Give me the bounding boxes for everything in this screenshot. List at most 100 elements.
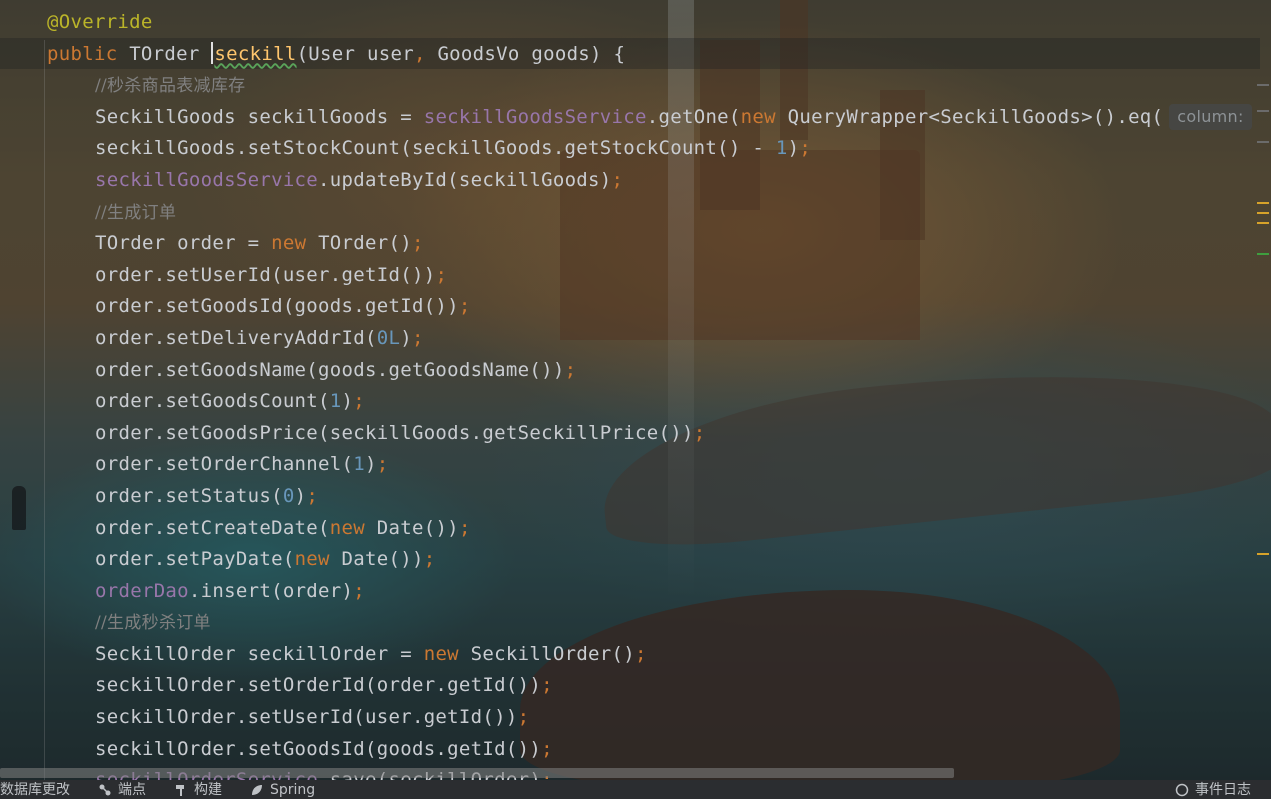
stripe-mark[interactable]: [1257, 553, 1269, 555]
tool-window-bar: 数据库更改 端点 构建 Spring 事件日志: [0, 780, 1271, 799]
code-line[interactable]: order.setGoodsPrice(seckillGoods.getSeck…: [0, 418, 1252, 450]
stripe-mark[interactable]: [1257, 110, 1269, 112]
code-line[interactable]: order.setGoodsId(goods.getId());: [0, 291, 1252, 323]
code-line[interactable]: TOrder order = new TOrder();: [0, 228, 1252, 260]
code-token: seckillOrder.setUserId(user.getId()): [95, 706, 518, 729]
code-token: 1: [775, 137, 788, 160]
code-line[interactable]: public TOrder seckill(User user, GoodsVo…: [0, 39, 1252, 71]
code-line[interactable]: @Override: [0, 7, 1252, 39]
code-token: TOrder: [129, 42, 212, 65]
code-token: seckill: [214, 42, 297, 65]
code-token: order.setGoodsId(goods.getId()): [95, 295, 459, 318]
stripe-mark[interactable]: [1257, 222, 1269, 224]
code-line[interactable]: order.setCreateDate(new Date());: [0, 513, 1252, 545]
stripe-mark[interactable]: [1257, 141, 1269, 143]
code-token: seckillGoodsService: [95, 168, 319, 191]
code-token: 1: [329, 390, 342, 413]
code-token: .insert(order): [188, 579, 354, 602]
stripe-mark[interactable]: [1257, 212, 1269, 214]
code-line[interactable]: SeckillGoods seckillGoods = seckillGoods…: [0, 102, 1252, 134]
code-token: //秒杀商品表减库存: [95, 76, 246, 97]
horizontal-scrollbar[interactable]: [0, 768, 954, 778]
code-line[interactable]: orderDao.insert(order);: [0, 576, 1252, 608]
code-token: ;: [411, 232, 424, 255]
code-token: ;: [376, 453, 389, 476]
code-lines[interactable]: @Override public TOrder seckill(User user…: [0, 7, 1252, 797]
error-stripe[interactable]: [1257, 0, 1271, 780]
code-line[interactable]: seckillGoodsService.updateById(seckillGo…: [0, 165, 1252, 197]
code-token: Date()): [341, 548, 424, 571]
code-line[interactable]: SeckillOrder seckillOrder = new SeckillO…: [0, 639, 1252, 671]
code-token: ;: [635, 642, 647, 665]
code-token: TOrder order =: [95, 232, 272, 255]
code-token: new: [740, 105, 788, 128]
code-token: GoodsVo goods) {: [437, 42, 626, 65]
hammer-icon: [176, 784, 184, 796]
code-token: 0: [282, 484, 295, 507]
code-token: order.setGoodsPrice(seckillGoods.getSeck…: [95, 421, 694, 444]
code-line[interactable]: seckillOrder.setGoodsId(goods.getId());: [0, 734, 1252, 766]
code-token: .getOne(: [646, 105, 741, 128]
stripe-mark[interactable]: [1257, 84, 1269, 86]
code-line[interactable]: order.setGoodsName(goods.getGoodsName())…: [0, 355, 1252, 387]
code-token: TOrder(): [318, 232, 412, 255]
code-token: order.setDeliveryAddrId(: [95, 326, 377, 349]
code-editor[interactable]: @Override public TOrder seckill(User user…: [0, 0, 1271, 791]
code-token: 0L: [376, 326, 401, 349]
statusbar-item-label: 数据库更改: [0, 781, 70, 798]
code-line[interactable]: order.setDeliveryAddrId(0L);: [0, 323, 1252, 355]
code-token: ;: [353, 390, 366, 413]
code-line[interactable]: //秒杀商品表减库存: [0, 70, 1252, 102]
code-line[interactable]: //生成订单: [0, 197, 1252, 229]
tool-spring[interactable]: Spring: [250, 780, 315, 799]
code-token: ;: [458, 516, 471, 539]
code-token: ;: [411, 326, 424, 349]
parameter-hint: column:: [1169, 103, 1252, 130]
code-token: seckillGoodsService: [423, 105, 647, 128]
code-token: order.setPayDate(: [95, 548, 295, 571]
code-token: new: [271, 232, 319, 255]
code-token: 1: [353, 453, 366, 476]
code-line[interactable]: order.setUserId(user.getId());: [0, 260, 1252, 292]
code-line[interactable]: //生成秒杀订单: [0, 607, 1252, 639]
code-token: ;: [541, 737, 553, 760]
code-token: ;: [693, 421, 706, 444]
code-token: SeckillOrder(): [470, 642, 636, 665]
code-token: @Override: [47, 11, 153, 33]
statusbar-item-label: Spring: [270, 781, 316, 798]
code-token: ;: [541, 674, 553, 697]
stripe-mark[interactable]: [1257, 253, 1269, 255]
code-token: order.setGoodsCount(: [95, 390, 330, 413]
code-token: //生成秒杀订单: [95, 613, 211, 634]
code-token: new: [423, 642, 471, 665]
code-line[interactable]: seckillOrder.setOrderId(order.getId());: [0, 670, 1252, 702]
code-token: ;: [517, 706, 530, 729]
statusbar-item-label: 构建: [194, 781, 222, 798]
endpoints-icon: [99, 784, 111, 795]
code-token: SeckillOrder seckillOrder =: [95, 642, 424, 665]
tool-build[interactable]: 构建: [174, 780, 222, 799]
code-token: ): [365, 453, 377, 476]
code-token: new: [329, 516, 377, 539]
code-line[interactable]: order.setGoodsCount(1);: [0, 386, 1252, 418]
tool-event-log[interactable]: 事件日志: [1175, 780, 1251, 799]
code-line[interactable]: order.setStatus(0);: [0, 481, 1252, 513]
code-token: ;: [435, 263, 448, 286]
tool-endpoints[interactable]: 端点: [98, 780, 146, 799]
code-token: public: [47, 42, 130, 65]
code-token: //生成订单: [95, 202, 177, 223]
code-token: ;: [799, 137, 812, 160]
code-line[interactable]: order.setPayDate(new Date());: [0, 544, 1252, 576]
code-line[interactable]: seckillGoods.setStockCount(seckillGoods.…: [0, 133, 1252, 165]
stripe-mark[interactable]: [1257, 202, 1269, 204]
code-token: ): [294, 484, 307, 507]
tool-database-changes[interactable]: 数据库更改: [0, 780, 70, 799]
statusbar-item-label: 端点: [118, 781, 146, 798]
code-token: ;: [611, 168, 624, 191]
code-token: seckillGoods.setStockCount(seckillGoods.…: [95, 137, 776, 160]
code-token: ;: [423, 548, 436, 571]
code-line[interactable]: order.setOrderChannel(1);: [0, 449, 1252, 481]
code-token: order.setOrderChannel(: [95, 453, 354, 476]
code-token: .updateById(seckillGoods): [318, 168, 612, 191]
code-line[interactable]: seckillOrder.setUserId(user.getId());: [0, 702, 1252, 734]
